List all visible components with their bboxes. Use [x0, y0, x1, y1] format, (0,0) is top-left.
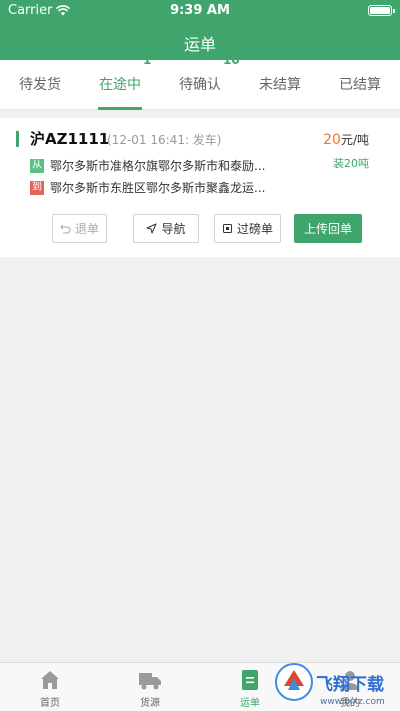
document-icon — [222, 224, 232, 233]
tab-unsettled[interactable]: 未结算 — [240, 60, 320, 109]
destination-row: 到 鄂尔多斯市东胜区鄂尔多斯市聚鑫龙运... — [30, 179, 265, 196]
tab-pending-confirm[interactable]: 待确认 10 — [160, 54, 240, 109]
order-card[interactable]: 沪AZ1111 (12-01 16:41: 发车) 20元/吨 装20吨 从 鄂… — [0, 118, 400, 257]
price-value: 20 — [323, 132, 341, 148]
from-tag: 从 — [30, 158, 44, 173]
departure-time: (12-01 16:41: 发车) — [107, 133, 222, 147]
price-unit: 元/吨 — [340, 133, 369, 147]
bottom-tab-home[interactable]: 首页 — [0, 663, 100, 711]
button-label: 退单 — [74, 222, 99, 236]
watermark-url: www.fxxz.com — [320, 697, 385, 707]
truck-icon — [139, 673, 161, 690]
tab-label: 待确认 — [179, 77, 221, 93]
accent-bar — [16, 131, 19, 147]
header-bar: Carrier 9:39 AM 运单 — [0, 0, 400, 60]
tab-count-badge: 10 — [223, 53, 240, 67]
navigate-button[interactable]: 导航 — [133, 214, 199, 243]
site-watermark: 飞翔下载 www.fxxz.com — [275, 663, 385, 707]
status-bar: Carrier 9:39 AM — [0, 0, 400, 22]
upload-receipt-button[interactable]: 上传回单 — [294, 214, 362, 243]
tab-settled[interactable]: 已结算 — [320, 60, 400, 109]
bottom-tab-label: 货源 — [140, 698, 160, 709]
tab-count-badge: 1 — [143, 53, 152, 67]
waybill-icon — [242, 670, 258, 690]
order-status-tabs: 待发货 在途中 1 待确认 10 未结算 已结算 — [0, 54, 400, 110]
bottom-tab-label: 首页 — [40, 698, 60, 709]
battery-icon — [368, 5, 395, 16]
navigation-arrow-icon — [146, 223, 157, 234]
tab-label: 待发货 — [19, 77, 61, 93]
to-tag: 到 — [30, 180, 44, 195]
undo-icon — [60, 224, 71, 234]
active-tab-indicator — [98, 107, 142, 110]
bottom-tab-cargo[interactable]: 货源 — [100, 663, 200, 711]
destination-address: 鄂尔多斯市东胜区鄂尔多斯市聚鑫龙运... — [50, 181, 266, 195]
home-icon — [41, 671, 59, 689]
clock: 9:39 AM — [170, 3, 230, 18]
tab-label: 已结算 — [339, 77, 381, 93]
tab-label: 未结算 — [259, 77, 301, 93]
origin-address: 鄂尔多斯市准格尔旗鄂尔多斯市和泰励... — [50, 159, 266, 173]
button-label: 上传回单 — [303, 222, 352, 236]
button-label: 导航 — [161, 222, 186, 236]
page-title: 运单 — [183, 35, 216, 54]
tab-label: 在途中 — [99, 77, 141, 93]
freight-price: 20元/吨 — [323, 131, 369, 148]
button-label: 过磅单 — [236, 222, 273, 236]
origin-row: 从 鄂尔多斯市准格尔旗鄂尔多斯市和泰励... — [30, 157, 265, 174]
load-weight: 装20吨 — [333, 157, 369, 170]
return-order-button[interactable]: 退单 — [52, 214, 107, 243]
tab-in-transit[interactable]: 在途中 1 — [80, 54, 160, 109]
license-plate: 沪AZ1111 — [30, 130, 110, 148]
weighing-slip-button[interactable]: 过磅单 — [214, 214, 281, 243]
tab-pending-shipment[interactable]: 待发货 — [0, 60, 80, 109]
watermark-text: 飞翔下载 — [316, 674, 384, 695]
